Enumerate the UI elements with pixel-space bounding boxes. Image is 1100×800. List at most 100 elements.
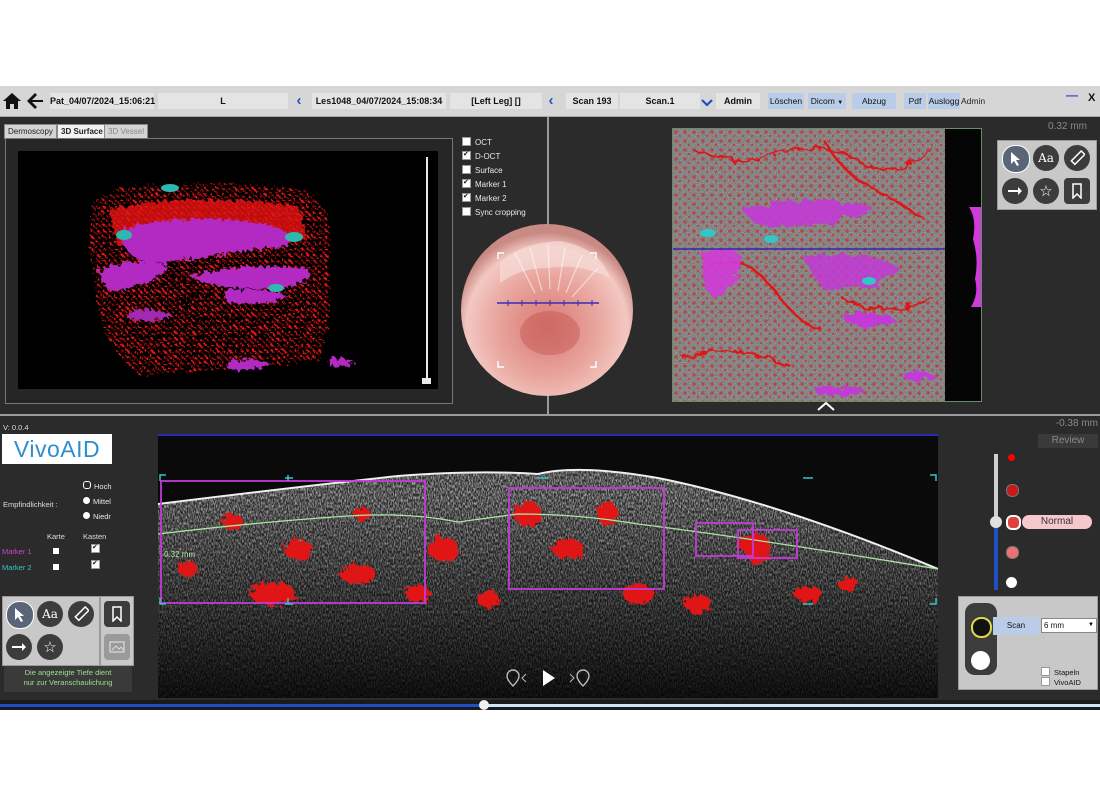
vivoaid-checkbox[interactable]: VivoAID bbox=[1041, 677, 1081, 688]
logout-button[interactable]: Auslogg bbox=[928, 93, 960, 109]
checkbox[interactable] bbox=[91, 542, 100, 553]
layer-oct[interactable]: OCT bbox=[462, 137, 492, 148]
text-icon[interactable]: Aa bbox=[37, 601, 63, 627]
star-icon[interactable]: ☆ bbox=[37, 634, 63, 660]
layer-marker-1[interactable]: Marker 1 bbox=[462, 177, 507, 190]
radio-dot[interactable] bbox=[83, 481, 91, 489]
arrow-icon[interactable] bbox=[1002, 178, 1028, 204]
dicom-label: Dicom bbox=[810, 96, 835, 106]
star-icon[interactable]: ☆ bbox=[1033, 178, 1059, 204]
radio-mittel[interactable]: Mittel bbox=[83, 496, 111, 507]
admin-label: Admin bbox=[961, 96, 986, 106]
depth-note-line-2: nur zur Veranschaulichung bbox=[23, 678, 113, 687]
checkbox[interactable] bbox=[462, 177, 471, 188]
level-slider-thumb[interactable] bbox=[990, 516, 1002, 528]
side-field[interactable]: L bbox=[158, 93, 288, 109]
arrow-icon[interactable] bbox=[6, 634, 32, 660]
scan-select[interactable]: Scan.1 bbox=[620, 93, 700, 109]
playback-thumb[interactable] bbox=[479, 700, 489, 710]
ruler-icon[interactable] bbox=[68, 601, 94, 627]
collapse-chevron-up-icon[interactable] bbox=[816, 399, 836, 411]
level-dot-very-high[interactable] bbox=[1008, 454, 1015, 461]
minimize-button[interactable]: — bbox=[1066, 88, 1078, 102]
marker-1-map-checkbox[interactable] bbox=[53, 548, 59, 554]
marker-2-map-checkbox[interactable] bbox=[53, 564, 59, 570]
back-arrow-icon[interactable] bbox=[24, 89, 48, 113]
version-label: V: 0.0.4 bbox=[3, 423, 29, 432]
level-dot-very-low[interactable] bbox=[1006, 577, 1017, 588]
marker-1-box-checkbox[interactable] bbox=[91, 542, 104, 555]
bscan-depth-label: 0.32 mm bbox=[164, 550, 196, 559]
pdf-button[interactable]: Pdf bbox=[904, 93, 926, 109]
radio-dot[interactable] bbox=[83, 512, 90, 519]
level-dot-normal[interactable] bbox=[1006, 515, 1021, 530]
checkbox[interactable] bbox=[462, 207, 471, 216]
text-icon[interactable]: Aa bbox=[1033, 145, 1059, 171]
review-button[interactable]: Review bbox=[1038, 434, 1098, 448]
radio-dot[interactable] bbox=[83, 497, 90, 504]
layer-label: Marker 1 bbox=[475, 180, 507, 189]
en-face-view[interactable] bbox=[672, 128, 982, 402]
level-dot-high[interactable] bbox=[1006, 484, 1019, 497]
scan-length-select[interactable]: 6 mm ▼ bbox=[1041, 618, 1097, 633]
horizontal-divider[interactable] bbox=[0, 414, 1100, 416]
bscan-toolbox: Aa ☆ bbox=[2, 596, 100, 666]
dermoscopy-image[interactable] bbox=[460, 223, 634, 397]
chevron-down-icon: ▼ bbox=[1088, 622, 1094, 628]
previous-marker-icon[interactable] bbox=[504, 668, 528, 688]
checkbox[interactable] bbox=[91, 558, 100, 569]
top-depth-readout: 0.32 mm bbox=[1048, 121, 1087, 132]
home-icon[interactable] bbox=[0, 89, 24, 113]
checkbox[interactable] bbox=[462, 137, 471, 146]
layer-sync-cropping[interactable]: Sync cropping bbox=[462, 207, 526, 218]
bookmark-icon[interactable] bbox=[1064, 178, 1090, 204]
pointer-icon[interactable] bbox=[1002, 145, 1030, 173]
playback-progress-remaining bbox=[484, 704, 1100, 707]
checkbox[interactable] bbox=[462, 149, 471, 160]
layer-surface[interactable]: Surface bbox=[462, 165, 503, 176]
delete-button[interactable]: Löschen bbox=[768, 93, 804, 109]
checkbox[interactable] bbox=[462, 165, 471, 174]
play-icon[interactable] bbox=[538, 667, 558, 689]
tab-3d-surface[interactable]: 3D Surface bbox=[57, 124, 107, 139]
lesion-chevron-icon[interactable]: ‹ bbox=[544, 92, 558, 110]
layer-label: Sync cropping bbox=[475, 208, 526, 217]
export-image-icon[interactable] bbox=[104, 634, 130, 660]
next-marker-icon[interactable] bbox=[568, 668, 592, 688]
scan-chevron-down-icon[interactable] bbox=[700, 95, 714, 113]
scan-label: Scan 193 bbox=[566, 93, 618, 109]
close-button[interactable]: X bbox=[1088, 92, 1095, 104]
marker-2-box-checkbox[interactable] bbox=[91, 558, 104, 571]
vivoaid-logo: VivoAID bbox=[2, 434, 112, 464]
app-window: Pat_04/07/2024_15:06:21 L ‹ Les1048_04/0… bbox=[0, 86, 1100, 710]
radio-hoch[interactable]: Hoch bbox=[83, 481, 112, 492]
tab-dermoscopy[interactable]: Dermoscopy bbox=[4, 124, 57, 139]
pointer-icon[interactable] bbox=[6, 601, 34, 629]
abzug-button[interactable]: Abzug bbox=[852, 93, 896, 109]
patient-chevron-icon[interactable]: ‹ bbox=[292, 92, 306, 110]
3d-surface-view[interactable] bbox=[18, 151, 438, 389]
bookmark-icon[interactable] bbox=[104, 601, 130, 627]
patient-field[interactable]: Pat_04/07/2024_15:06:21 bbox=[50, 93, 155, 109]
radio-niedr[interactable]: Niedr bbox=[83, 511, 111, 522]
checkbox[interactable] bbox=[1041, 677, 1050, 686]
text-tool-label: Aa bbox=[1038, 151, 1054, 165]
checkbox[interactable] bbox=[462, 191, 471, 202]
level-dot-low[interactable] bbox=[1006, 546, 1019, 559]
tab-3d-vessel[interactable]: 3D Vessel bbox=[104, 124, 149, 139]
layer-d-oct[interactable]: D-OCT bbox=[462, 149, 500, 162]
lesion-field[interactable]: Les1048_04/07/2024_15:08:34 bbox=[312, 93, 446, 109]
location-field[interactable]: [Left Leg] [] bbox=[450, 93, 542, 109]
checkbox[interactable] bbox=[1041, 667, 1050, 676]
text-tool-label: Aa bbox=[42, 607, 58, 621]
radio-label: Mittel bbox=[93, 497, 111, 506]
scan-button[interactable]: Scan bbox=[993, 617, 1039, 635]
dicom-button[interactable]: Dicom ▼ bbox=[808, 93, 846, 109]
playback-progress-bar[interactable] bbox=[0, 700, 1100, 710]
scan-capture-icon[interactable] bbox=[971, 651, 990, 670]
layer-marker-2[interactable]: Marker 2 bbox=[462, 191, 507, 204]
ruler-icon[interactable] bbox=[1064, 145, 1090, 171]
scan-record-icon[interactable] bbox=[971, 617, 992, 638]
bscan-view[interactable]: 0.32 mm bbox=[157, 434, 939, 698]
marker-1-label: Marker 1 bbox=[2, 547, 32, 556]
